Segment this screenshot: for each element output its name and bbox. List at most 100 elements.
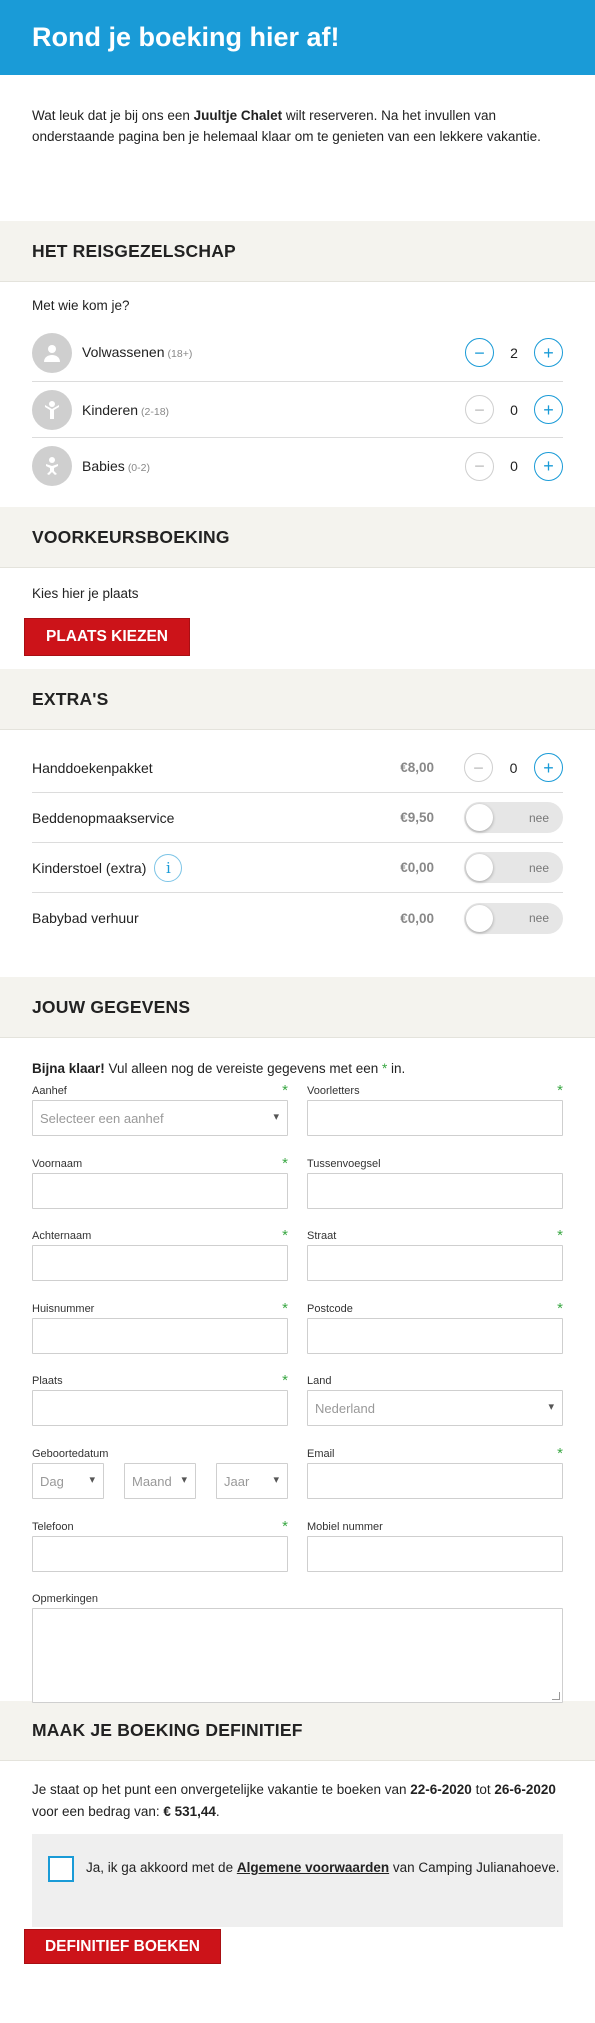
maand-select[interactable]: Maand — [124, 1463, 196, 1499]
toggle-label: nee — [528, 911, 549, 925]
confirm-booking-button[interactable]: DEFINITIEF BOEKEN — [24, 1929, 221, 1964]
postcode-field: Postcode * — [307, 1300, 563, 1354]
required-mark: * — [282, 1155, 288, 1172]
aanhef-select[interactable]: Selecteer een aanhef — [32, 1100, 288, 1136]
toggle-label: nee — [528, 810, 549, 825]
towels-plus-button[interactable]: + — [534, 753, 563, 782]
opmerkingen-textarea[interactable] — [32, 1608, 563, 1703]
highchair-toggle[interactable]: nee — [464, 852, 563, 883]
tussenvoegsel-input[interactable] — [307, 1173, 563, 1209]
field-label: Mobiel nummer — [307, 1521, 383, 1533]
adults-plus-button[interactable]: + — [534, 338, 563, 367]
babybath-toggle[interactable]: nee — [464, 902, 563, 934]
field-label: Voorletters — [307, 1085, 360, 1097]
extra-row-bedmaking: Beddenopmaakservice €9,50 nee — [32, 793, 563, 843]
field-label: Email — [307, 1448, 335, 1460]
extra-price: €8,00 — [400, 760, 434, 775]
terms-text: Ja, ik ga akkoord met de Algemene voorwa… — [86, 1856, 559, 1879]
toggle-knob — [466, 804, 493, 831]
plaats-input[interactable] — [32, 1390, 288, 1426]
jaar-select[interactable]: Jaar — [216, 1463, 288, 1499]
email-field: Email * — [307, 1445, 563, 1499]
field-label: Land — [307, 1375, 332, 1387]
extra-label: Beddenopmaakservice — [32, 809, 175, 826]
babies-stepper: − 0 + — [465, 451, 563, 481]
mobiel-input[interactable] — [307, 1536, 563, 1572]
info-icon[interactable]: i — [154, 853, 183, 882]
field-label: Telefoon — [32, 1521, 74, 1533]
extra-price: €0,00 — [400, 860, 434, 875]
section-heading: EXTRA'S — [32, 688, 109, 709]
section-details: JOUW GEGEVENS — [0, 977, 595, 1038]
final-text: voor een bedrag van: — [32, 1804, 164, 1819]
toggle-label: nee — [528, 860, 549, 875]
party-row-babies: Babies (0-2) − 0 + — [32, 438, 563, 494]
adults-stepper: − 2 + — [465, 333, 563, 367]
children-minus-button[interactable]: − — [465, 395, 494, 424]
details-intro-bold: Bijna klaar! — [32, 1061, 105, 1076]
extra-label: Handdoekenpakket — [32, 759, 153, 776]
towels-minus-button[interactable]: − — [464, 753, 493, 782]
field-label: Plaats — [32, 1375, 63, 1387]
required-mark: * — [557, 1300, 563, 1317]
party-row-children: Kinderen (2-18) − 0 + — [32, 382, 563, 438]
terms-link[interactable]: Algemene voorwaarden — [237, 1860, 389, 1875]
required-mark: * — [282, 1300, 288, 1317]
adults-count: 2 — [510, 344, 518, 361]
straat-input[interactable] — [307, 1245, 563, 1281]
final-text: Je staat op het punt een onvergetelijke … — [32, 1782, 411, 1797]
adults-minus-button[interactable]: − — [465, 338, 494, 367]
towels-stepper: − 0 + — [464, 753, 563, 782]
terms-checkbox[interactable] — [48, 1856, 74, 1882]
total-amount: € 531,44 — [163, 1804, 216, 1819]
email-input[interactable] — [307, 1463, 563, 1499]
tussenvoegsel-field: Tussenvoegsel — [307, 1158, 563, 1209]
postcode-input[interactable] — [307, 1318, 563, 1354]
bedmaking-toggle[interactable]: nee — [464, 802, 563, 833]
choose-spot-button[interactable]: PLAATS KIEZEN — [24, 618, 190, 656]
section-heading: JOUW GEGEVENS — [32, 996, 191, 1017]
achternaam-field: Achternaam * — [32, 1227, 288, 1281]
page-header: Rond je boeking hier af! — [0, 0, 595, 75]
huisnummer-input[interactable] — [32, 1318, 288, 1354]
field-label: Huisnummer — [32, 1303, 95, 1315]
baby-icon — [32, 446, 72, 486]
date-from: 22-6-2020 — [410, 1782, 472, 1797]
babies-plus-button[interactable]: + — [534, 451, 563, 481]
field-label: Achternaam — [32, 1230, 92, 1242]
details-form: Aanhef * Selecteer een aanhef Voorletters… — [0, 1082, 595, 1703]
field-label: Voornaam — [32, 1158, 83, 1170]
section-heading: MAAK JE BOEKING DEFINITIEF — [32, 1720, 303, 1740]
voorletters-input[interactable] — [307, 1100, 563, 1136]
party-label: Kinderen (2-18) — [82, 401, 170, 418]
party-row-adults: Volwassenen (18+) − 2 + — [32, 333, 563, 382]
section-extras: EXTRA'S — [0, 669, 595, 730]
land-select[interactable]: Nederland — [307, 1390, 563, 1426]
preference-text: Kies hier je plaats — [32, 586, 139, 601]
terms-box: Ja, ik ga akkoord met de Algemene voorwa… — [32, 1834, 563, 1927]
field-label: Opmerkingen — [32, 1593, 99, 1605]
required-mark: * — [557, 1082, 563, 1099]
field-label: Geboortedatum — [32, 1448, 109, 1460]
extras-list: Handdoekenpakket €8,00 − 0 + Beddenopmaa… — [0, 743, 595, 943]
details-intro-text: Vul alleen nog de vereiste gegevens met … — [104, 1061, 382, 1076]
extra-label: Kinderstoel (extra) i — [32, 853, 374, 882]
mobiel-field: Mobiel nummer — [307, 1521, 563, 1572]
achternaam-input[interactable] — [32, 1245, 288, 1281]
section-travel-party: HET REISGEZELSCHAP — [0, 221, 595, 282]
children-plus-button[interactable]: + — [534, 395, 563, 424]
babies-minus-button[interactable]: − — [465, 451, 494, 481]
resize-handle[interactable] — [552, 1692, 560, 1700]
extra-row-towels: Handdoekenpakket €8,00 − 0 + — [32, 743, 563, 793]
dag-select[interactable]: Dag — [32, 1463, 104, 1499]
extra-label: Babybad verhuur — [32, 910, 139, 926]
required-mark: * — [557, 1445, 563, 1462]
voornaam-field: Voornaam * — [32, 1155, 288, 1209]
telefoon-input[interactable] — [32, 1536, 288, 1572]
party-question: Met wie kom je? — [32, 298, 130, 313]
children-count: 0 — [510, 401, 518, 418]
date-to: 26-6-2020 — [494, 1782, 556, 1797]
final-text: tot — [471, 1782, 495, 1797]
voornaam-input[interactable] — [32, 1173, 288, 1209]
required-mark: * — [282, 1518, 288, 1535]
